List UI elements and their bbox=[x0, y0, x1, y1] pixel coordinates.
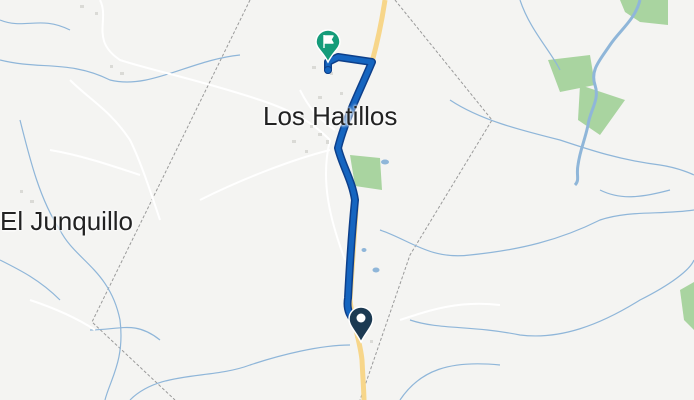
map-view[interactable]: Los Hatillos El Junquillo bbox=[0, 0, 694, 400]
location-pin-icon bbox=[348, 306, 374, 344]
place-label-los-hatillos: Los Hatillos bbox=[263, 101, 398, 131]
park-area bbox=[578, 85, 625, 135]
pond bbox=[372, 267, 380, 273]
place-label-el-junquillo: El Junquillo bbox=[0, 206, 133, 236]
park-area bbox=[680, 282, 694, 330]
settlement-buildings bbox=[20, 5, 373, 343]
minor-roads bbox=[29, 0, 501, 331]
pond bbox=[361, 248, 367, 252]
municipal-boundary bbox=[91, 0, 493, 400]
park-area bbox=[620, 0, 668, 25]
start-marker[interactable] bbox=[348, 306, 374, 344]
end-marker[interactable] bbox=[315, 29, 341, 74]
pond bbox=[381, 159, 389, 165]
map-canvas[interactable] bbox=[0, 0, 694, 400]
